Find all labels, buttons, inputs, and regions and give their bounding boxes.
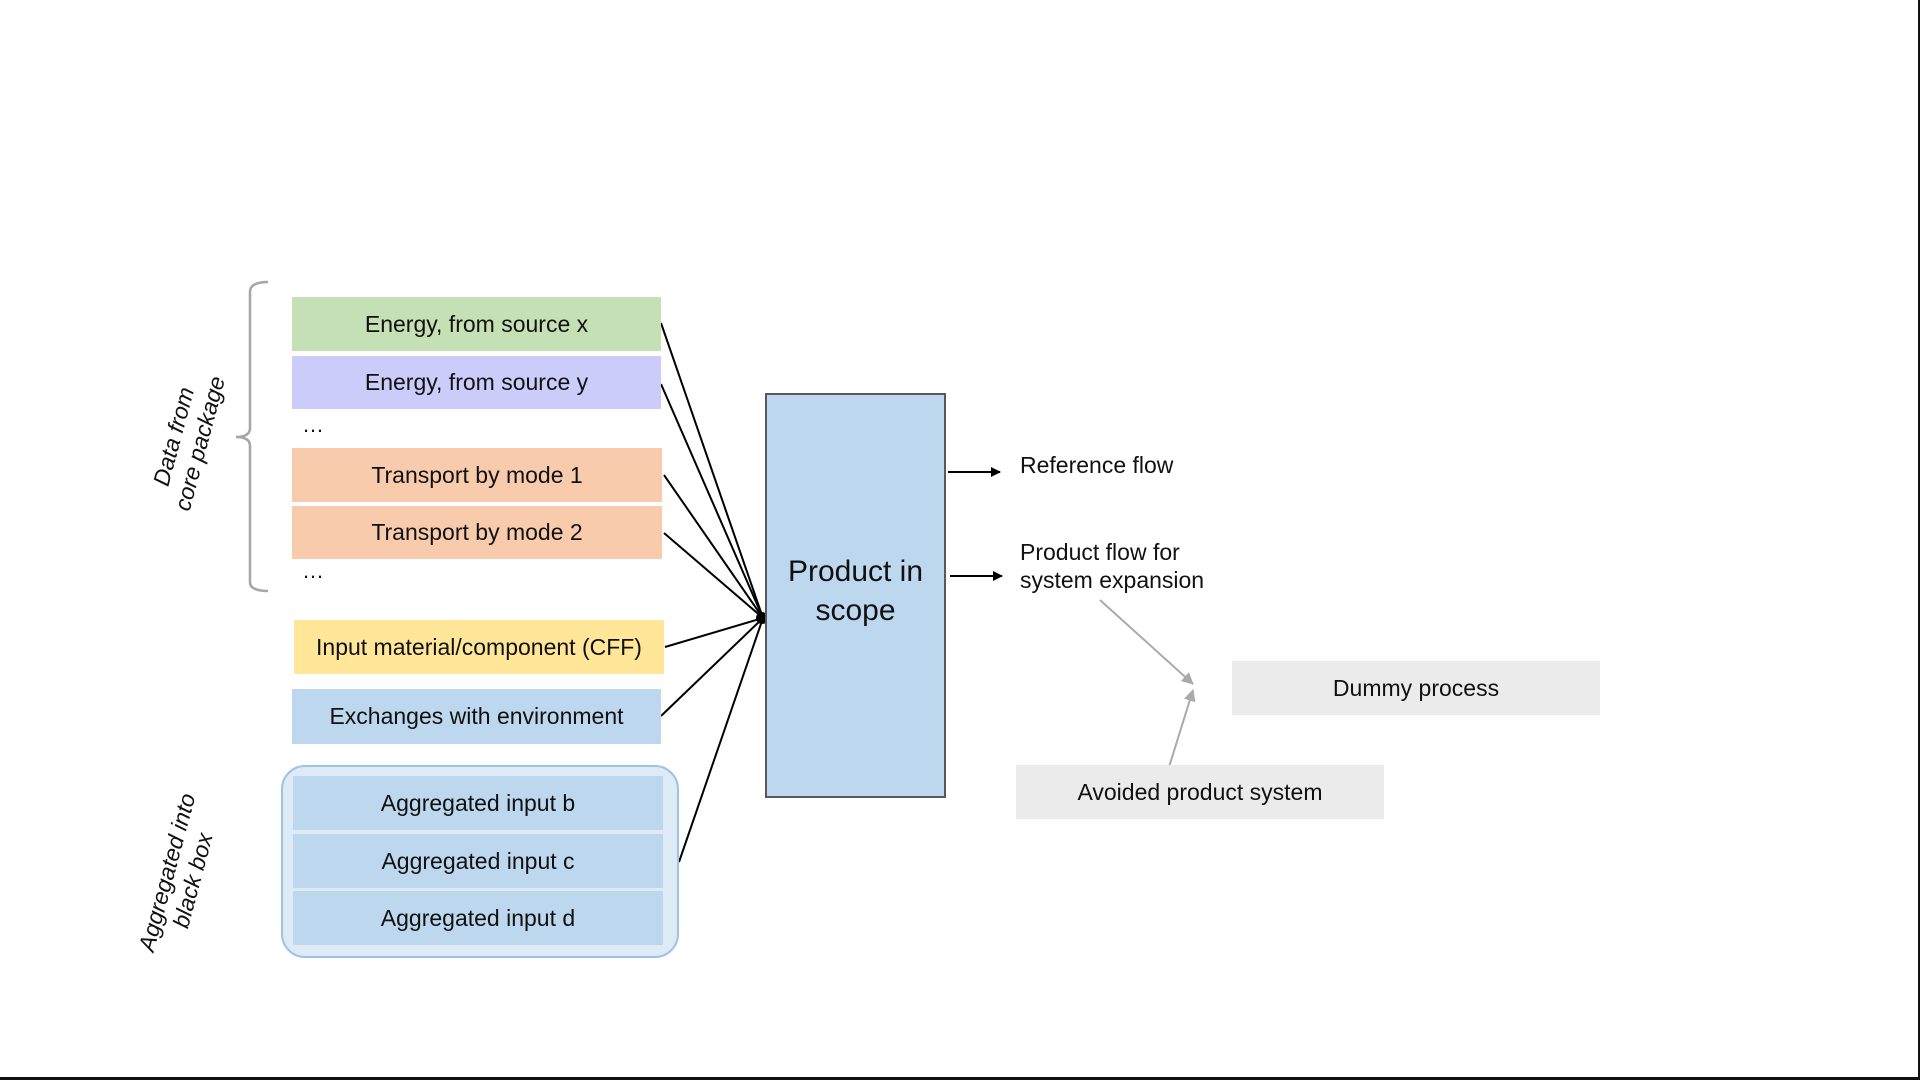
core-package-label: Data from core package	[142, 361, 233, 520]
aggregated-input-d[interactable]: Aggregated input d	[293, 891, 663, 945]
dummy-process[interactable]: Dummy process	[1232, 661, 1600, 715]
input-transport-mode-2[interactable]: Transport by mode 2	[292, 506, 662, 559]
connector-aggregated	[678, 617, 764, 863]
avoided-product-system[interactable]: Avoided product system	[1016, 765, 1384, 819]
input-energy-source-x[interactable]: Energy, from source x	[292, 297, 661, 351]
input-material-component[interactable]: Input material/component (CFF)	[294, 620, 664, 674]
aggregated-input-b[interactable]: Aggregated input b	[293, 776, 663, 830]
aggregated-input-label: Aggregated input b	[380, 789, 576, 816]
connector-transport-1	[663, 474, 764, 619]
product-label-line1: Product in	[787, 554, 924, 588]
aggregated-input-label: Aggregated input c	[381, 847, 575, 874]
ellipsis-energy: …	[302, 412, 324, 437]
aggregated-input-label: Aggregated input d	[380, 904, 576, 931]
input-label: Exchanges with environment	[329, 703, 624, 729]
product-in-scope[interactable]: Product in scope	[765, 393, 946, 798]
system-expansion-label-line1: Product flow for	[1020, 539, 1180, 565]
input-label: Transport by mode 1	[371, 461, 583, 488]
aggregated-input-c[interactable]: Aggregated input c	[293, 834, 663, 888]
input-label: Energy, from source y	[364, 369, 589, 395]
input-exchanges-environment[interactable]: Exchanges with environment	[292, 689, 661, 744]
connector-transport-2	[663, 532, 764, 619]
core-package-bracket	[235, 280, 269, 593]
input-energy-source-y[interactable]: Energy, from source y	[292, 356, 661, 409]
system-expansion-label: Product flow for system expansion	[1020, 538, 1204, 594]
connector-exchanges	[660, 617, 764, 717]
connector-energy-x	[660, 322, 764, 619]
avoided-to-dummy-arrow	[1168, 689, 1196, 768]
system-expansion-label-line2: system expansion	[1020, 567, 1205, 593]
input-label: Input material/component (CFF)	[316, 633, 642, 660]
product-label-line2: scope	[815, 593, 896, 627]
input-label: Transport by mode 2	[371, 519, 583, 545]
connector-energy-y	[660, 383, 764, 619]
input-label: Energy, from source x	[364, 310, 589, 337]
connector-input-material	[664, 617, 764, 648]
dummy-process-label: Dummy process	[1332, 674, 1500, 701]
aggregated-label: Aggregated into black box	[133, 790, 227, 962]
reference-flow-label: Reference flow	[1020, 452, 1174, 478]
input-transport-mode-1[interactable]: Transport by mode 1	[292, 448, 662, 502]
expansion-to-dummy-arrow	[1099, 599, 1194, 685]
avoided-product-system-label: Avoided product system	[1077, 778, 1323, 805]
ellipsis-transport: …	[302, 558, 324, 583]
